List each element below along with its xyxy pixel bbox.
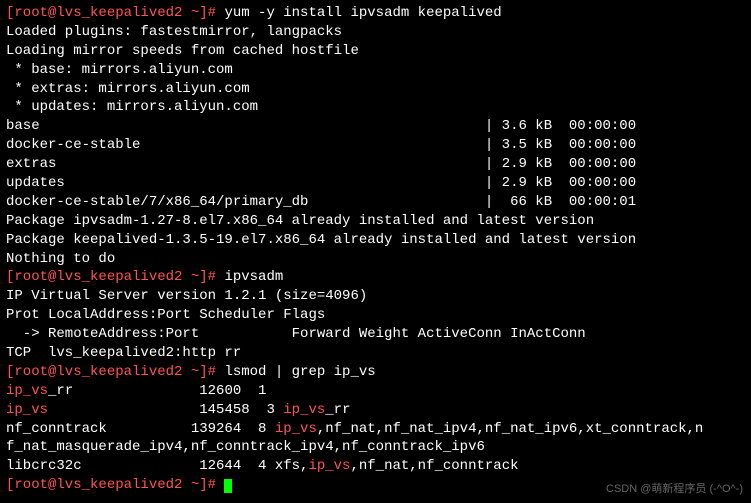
output-line: * base: mirrors.aliyun.com: [6, 61, 745, 80]
output-line: * extras: mirrors.aliyun.com: [6, 80, 745, 99]
repo-line: docker-ce-stable | 3.5 kB 00:00:00: [6, 136, 745, 155]
output-line: Prot LocalAddress:Port Scheduler Flags: [6, 306, 745, 325]
command-text: ipvsadm: [224, 269, 283, 285]
terminal-line: [root@lvs_keepalived2 ~]# yum -y install…: [6, 4, 745, 23]
repo-line: extras | 2.9 kB 00:00:00: [6, 155, 745, 174]
match-highlight: ip_vs: [308, 458, 350, 474]
module-line: ip_vs 145458 3 ip_vs_rr: [6, 401, 745, 420]
prompt: [root@lvs_keepalived2 ~]#: [6, 364, 224, 380]
module-line: ip_vs_rr 12600 1: [6, 382, 745, 401]
repo-line: docker-ce-stable/7/x86_64/primary_db | 6…: [6, 193, 745, 212]
prompt: [root@lvs_keepalived2 ~]#: [6, 5, 224, 21]
output-line: TCP lvs_keepalived2:http rr: [6, 344, 745, 363]
match-highlight: ip_vs: [6, 383, 48, 399]
command-text: lsmod | grep ip_vs: [224, 364, 375, 380]
terminal-line: [root@lvs_keepalived2 ~]# ipvsadm: [6, 268, 745, 287]
output-line: -> RemoteAddress:Port Forward Weight Act…: [6, 325, 745, 344]
match-highlight: ip_vs: [283, 402, 325, 418]
cursor-icon: [224, 479, 232, 493]
command-text: yum -y install ipvsadm keepalived: [224, 5, 501, 21]
output-line: Nothing to do: [6, 250, 745, 269]
module-line: f_nat_masquerade_ipv4,nf_conntrack_ipv4,…: [6, 438, 745, 457]
module-line: nf_conntrack 139264 8 ip_vs,nf_nat,nf_na…: [6, 420, 745, 439]
prompt: [root@lvs_keepalived2 ~]#: [6, 477, 224, 493]
output-line: * updates: mirrors.aliyun.com: [6, 98, 745, 117]
match-highlight: ip_vs: [6, 402, 48, 418]
prompt: [root@lvs_keepalived2 ~]#: [6, 269, 224, 285]
module-line: libcrc32c 12644 4 xfs,ip_vs,nf_nat,nf_co…: [6, 457, 745, 476]
match-highlight: ip_vs: [275, 421, 317, 437]
watermark-text: CSDN @萌新程序员 (-^O^-): [606, 482, 743, 497]
output-line: IP Virtual Server version 1.2.1 (size=40…: [6, 287, 745, 306]
output-line: Loaded plugins: fastestmirror, langpacks: [6, 23, 745, 42]
repo-line: updates | 2.9 kB 00:00:00: [6, 174, 745, 193]
output-line: Package ipvsadm-1.27-8.el7.x86_64 alread…: [6, 212, 745, 231]
terminal-line: [root@lvs_keepalived2 ~]# lsmod | grep i…: [6, 363, 745, 382]
output-line: Package keepalived-1.3.5-19.el7.x86_64 a…: [6, 231, 745, 250]
repo-line: base | 3.6 kB 00:00:00: [6, 117, 745, 136]
output-line: Loading mirror speeds from cached hostfi…: [6, 42, 745, 61]
